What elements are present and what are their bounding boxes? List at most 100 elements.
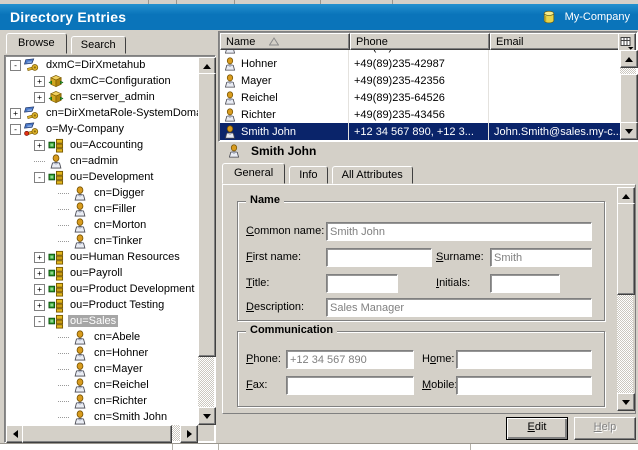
- tree-item[interactable]: +ou=Product Testing: [6, 297, 198, 313]
- tab-browse[interactable]: Browse: [6, 33, 67, 54]
- expand-box[interactable]: +: [34, 268, 45, 279]
- tree-item[interactable]: + dxmC=Configuration: [6, 73, 198, 89]
- tree-item[interactable]: cn=Digger: [6, 185, 198, 201]
- collapse-box[interactable]: -: [34, 172, 45, 183]
- person-icon: [227, 144, 241, 158]
- metahub-icon: [24, 106, 40, 121]
- phone-field[interactable]: [286, 350, 414, 369]
- scroll-thumb[interactable]: [620, 74, 638, 126]
- tree-item-label: ou=Payroll: [68, 267, 124, 279]
- column-label: Name: [226, 36, 255, 48]
- column-header-phone[interactable]: Phone: [350, 33, 490, 50]
- person-icon: [223, 50, 237, 54]
- list-row[interactable]: Hohner+49(89)235-42987: [220, 55, 620, 72]
- expand-box[interactable]: +: [10, 108, 21, 119]
- tree-item[interactable]: + ou=Payroll: [6, 265, 198, 281]
- scroll-down-button[interactable]: [620, 122, 638, 140]
- expand-box[interactable]: +: [34, 92, 45, 103]
- context-label: My-Company: [565, 11, 630, 23]
- tree-item[interactable]: cn=Smith John: [6, 409, 198, 425]
- common-name-field[interactable]: [326, 222, 592, 241]
- tree-item[interactable]: cn=Hohner: [6, 345, 198, 361]
- fax-field[interactable]: [286, 376, 414, 395]
- scroll-down-button[interactable]: [617, 393, 635, 411]
- tree-item[interactable]: cn=Abele: [6, 329, 198, 345]
- help-button[interactable]: Help: [574, 417, 636, 440]
- tree-vscrollbar[interactable]: [198, 57, 214, 425]
- tree-item[interactable]: cn=Richter: [6, 393, 198, 409]
- scroll-thumb[interactable]: [617, 203, 635, 295]
- initials-field[interactable]: [490, 274, 560, 293]
- scroll-right-button[interactable]: [180, 425, 198, 443]
- surname-field[interactable]: [490, 248, 592, 267]
- expand-box[interactable]: +: [34, 76, 45, 87]
- collapse-box[interactable]: -: [34, 316, 45, 327]
- tab-info[interactable]: Info: [289, 166, 327, 184]
- tree-item[interactable]: -ou=Development: [6, 169, 198, 185]
- tree-item-label: dxmC=DirXmetahub: [44, 59, 147, 71]
- list-row[interactable]: Richter+49(89)235-43456: [220, 106, 620, 123]
- tree-item[interactable]: +cn=DirXmetaRole-SystemDomain: [6, 105, 198, 121]
- tree-item[interactable]: - ou=Sales: [6, 313, 198, 329]
- scroll-thumb[interactable]: [22, 425, 172, 443]
- person-icon: [72, 394, 88, 409]
- person-icon: [72, 362, 88, 377]
- expand-box[interactable]: +: [34, 140, 45, 151]
- edit-button[interactable]: Edit: [506, 417, 568, 440]
- directory-tree: -dxmC=DirXmetahub+dxmC=Configuration+cn=…: [4, 55, 216, 443]
- first-name-field[interactable]: [326, 248, 432, 267]
- tree-item[interactable]: +ou=Product Development: [6, 281, 198, 297]
- tree-item[interactable]: - dxmC=DirXmetahub: [6, 57, 198, 73]
- phone-label: Phone:: [246, 353, 281, 365]
- expand-box[interactable]: +: [34, 252, 45, 263]
- tree-guide: [34, 161, 45, 162]
- tree-item-label: dxmC=Configuration: [68, 75, 173, 87]
- expand-box[interactable]: +: [34, 284, 45, 295]
- list-row[interactable]: Reichel+49(89)235-64526: [220, 89, 620, 106]
- tree-item[interactable]: +ou=Human Resources: [6, 249, 198, 265]
- tree-item[interactable]: cn=admin: [6, 153, 198, 169]
- list-row-name: Abele: [241, 50, 269, 53]
- column-label: Phone: [356, 36, 388, 48]
- tree-item[interactable]: -o=My-Company: [6, 121, 198, 137]
- bottom-edge-artifact: [0, 443, 638, 450]
- surname-label: Surname:: [436, 251, 484, 263]
- scroll-down-button[interactable]: [198, 407, 216, 425]
- tree-item[interactable]: cn=Mayer: [6, 361, 198, 377]
- tree-item[interactable]: cn=Reichel: [6, 377, 198, 393]
- tree-item[interactable]: cn=Filler: [6, 201, 198, 217]
- tree-item-label: cn=Mayer: [92, 363, 145, 375]
- scroll-up-button[interactable]: [620, 50, 638, 68]
- tree-hscrollbar[interactable]: [6, 425, 198, 441]
- column-header-name[interactable]: Name: [220, 33, 350, 50]
- scroll-thumb[interactable]: [198, 73, 216, 357]
- tree-guide: [58, 353, 69, 354]
- mobile-field[interactable]: [456, 376, 592, 395]
- person-icon: [48, 154, 64, 169]
- column-header-email[interactable]: Email: [490, 33, 636, 50]
- mobile-label: Mobile:: [422, 379, 457, 391]
- tree-item[interactable]: cn=Tinker: [6, 233, 198, 249]
- browse-search-tabs: Browse Search: [6, 33, 127, 55]
- detail-vscrollbar[interactable]: [617, 187, 633, 411]
- group-legend: Communication: [246, 324, 337, 336]
- list-row[interactable]: Smith John+12 34 567 890, +12 3...John.S…: [220, 123, 620, 140]
- tree-item-label: ou=Sales: [68, 315, 118, 327]
- tab-all-attributes[interactable]: All Attributes: [332, 166, 413, 184]
- collapse-box[interactable]: -: [10, 60, 21, 71]
- tree-item[interactable]: cn=Morton: [6, 217, 198, 233]
- tree-item[interactable]: +cn=server_admin: [6, 89, 198, 105]
- tab-general[interactable]: General: [222, 163, 285, 184]
- list-cell-email: John.Smith@sales.my-c...: [489, 123, 620, 140]
- tree-item[interactable]: +ou=Accounting: [6, 137, 198, 153]
- description-field[interactable]: [326, 298, 592, 317]
- tab-search[interactable]: Search: [71, 36, 126, 54]
- list-row[interactable]: Mayer+49(89)235-42356: [220, 72, 620, 89]
- list-vscrollbar[interactable]: [620, 50, 636, 140]
- application-window: Directory Entries My-Company Browse Sear…: [0, 0, 638, 450]
- home-field[interactable]: [456, 350, 592, 369]
- person-icon: [72, 186, 88, 201]
- title-field[interactable]: [326, 274, 398, 293]
- collapse-box[interactable]: -: [10, 124, 21, 135]
- expand-box[interactable]: +: [34, 300, 45, 311]
